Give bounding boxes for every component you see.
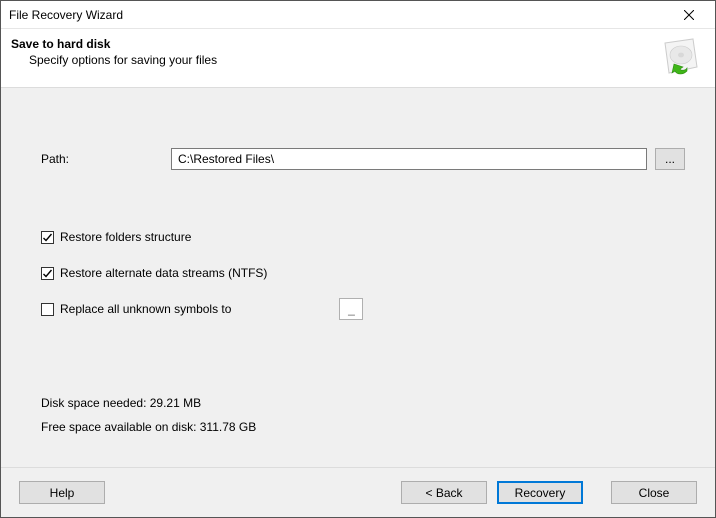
replace-symbols-input[interactable]: _ bbox=[339, 298, 363, 320]
titlebar: File Recovery Wizard bbox=[1, 1, 715, 29]
restore-folders-label: Restore folders structure bbox=[60, 230, 191, 244]
wizard-header: Save to hard disk Specify options for sa… bbox=[1, 29, 715, 88]
restore-folders-checkbox[interactable] bbox=[41, 231, 54, 244]
window-title: File Recovery Wizard bbox=[9, 8, 669, 22]
replace-symbols-row: Replace all unknown symbols to _ bbox=[41, 300, 697, 318]
replace-symbols-value: _ bbox=[348, 302, 355, 316]
path-input[interactable] bbox=[171, 148, 647, 170]
back-button[interactable]: < Back bbox=[401, 481, 487, 504]
browse-button[interactable]: ... bbox=[655, 148, 685, 170]
wizard-body: Path: ... Restore folders structure Rest… bbox=[1, 88, 715, 467]
disk-space-free: Free space available on disk: 311.78 GB bbox=[41, 420, 697, 434]
path-row: Path: ... bbox=[41, 148, 685, 170]
checkmark-icon bbox=[42, 268, 53, 279]
recovery-button-label: Recovery bbox=[515, 486, 566, 500]
restore-ads-row: Restore alternate data streams (NTFS) bbox=[41, 264, 697, 282]
wizard-window: File Recovery Wizard Save to hard disk S… bbox=[0, 0, 716, 518]
close-icon bbox=[684, 10, 694, 20]
header-title: Save to hard disk bbox=[11, 37, 661, 51]
restore-folders-row: Restore folders structure bbox=[41, 228, 697, 246]
header-subtitle: Specify options for saving your files bbox=[11, 53, 661, 67]
close-button-label: Close bbox=[639, 486, 670, 500]
replace-symbols-label: Replace all unknown symbols to bbox=[60, 302, 231, 316]
back-button-label: < Back bbox=[425, 486, 462, 500]
disk-stats: Disk space needed: 29.21 MB Free space a… bbox=[41, 396, 697, 434]
help-button-label: Help bbox=[50, 486, 75, 500]
browse-button-label: ... bbox=[665, 152, 675, 166]
replace-symbols-checkbox[interactable] bbox=[41, 303, 54, 316]
help-button[interactable]: Help bbox=[19, 481, 105, 504]
close-button[interactable]: Close bbox=[611, 481, 697, 504]
wizard-footer: Help < Back Recovery Close bbox=[1, 467, 715, 517]
checkmark-icon bbox=[42, 232, 53, 243]
recovery-button[interactable]: Recovery bbox=[497, 481, 583, 504]
header-text: Save to hard disk Specify options for sa… bbox=[11, 37, 661, 67]
window-close-button[interactable] bbox=[669, 2, 709, 28]
restore-ads-checkbox[interactable] bbox=[41, 267, 54, 280]
hard-disk-recovery-icon bbox=[661, 37, 701, 77]
options-group: Restore folders structure Restore altern… bbox=[41, 228, 697, 318]
disk-space-needed: Disk space needed: 29.21 MB bbox=[41, 396, 697, 410]
path-label: Path: bbox=[41, 152, 171, 166]
restore-ads-label: Restore alternate data streams (NTFS) bbox=[60, 266, 267, 280]
